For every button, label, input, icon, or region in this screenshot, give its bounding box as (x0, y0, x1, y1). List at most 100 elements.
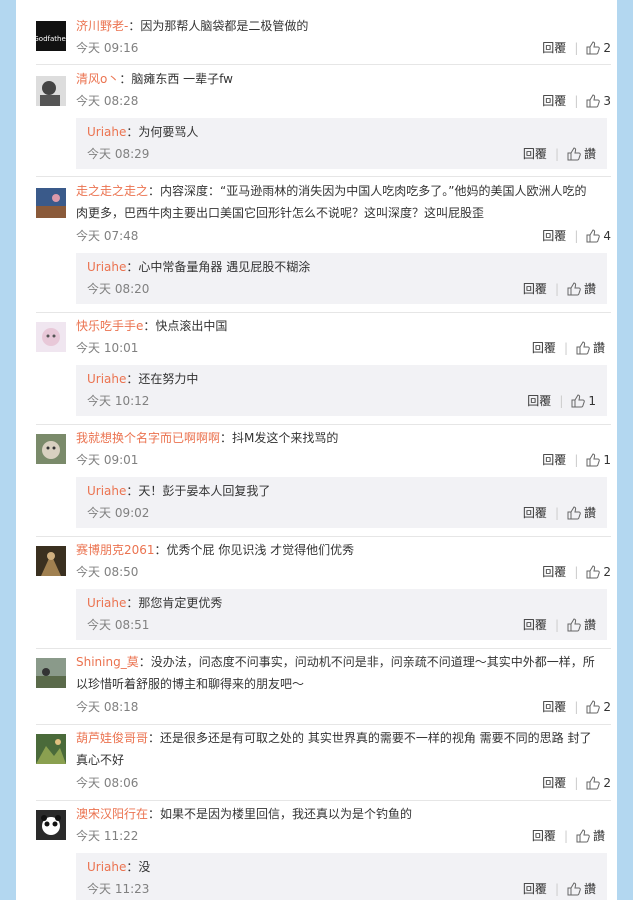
comment-actions: 回覆 | 1 (542, 450, 611, 470)
thumbs-up-icon (571, 394, 586, 408)
comment-item: 走之走之走之：内容深度：“亚马逊雨林的消失因为中国人吃肉吃多了。”他妈的美国人欧… (36, 176, 611, 313)
like-button[interactable]: 讚 (567, 615, 596, 635)
avatar[interactable] (36, 734, 66, 764)
reply-text: ：那您肯定更优秀 (126, 596, 223, 610)
reply-box: Uriahe：心中常备量角器 遇见屁股不糊涂 今天 08:20 回覆 | 讚 (76, 253, 607, 304)
comment-meta: 今天 09:01 回覆 | 1 (76, 450, 611, 470)
thumbs-up-icon (586, 776, 601, 790)
timestamp: 今天 11:22 (76, 829, 139, 843)
comment-actions: 回覆 | 2 (542, 697, 611, 717)
like-count: 讚 (583, 618, 596, 632)
comment-text: ：因为那帮人脑袋都是二极管做的 (128, 19, 309, 33)
comment-item: 清风o丶：脑瘫东西 一辈子fw 今天 08:28 回覆 | 3 Uriahe：为… (36, 64, 611, 177)
timestamp: 今天 08:28 (76, 94, 139, 108)
username-link[interactable]: 我就想换个名字而已啊啊啊 (76, 431, 220, 445)
divider: | (554, 506, 559, 520)
svg-text:Godfather: Godfather (36, 35, 66, 43)
avatar[interactable] (36, 658, 66, 688)
username-link[interactable]: Uriahe (87, 484, 126, 498)
like-button[interactable]: 2 (586, 773, 611, 793)
reply-button[interactable]: 回覆 (523, 144, 547, 164)
thumbs-up-icon (576, 341, 590, 355)
timestamp: 今天 08:18 (76, 700, 139, 714)
thumbs-up-icon (567, 618, 581, 632)
avatar[interactable]: Godfather (36, 21, 66, 51)
like-button[interactable]: 1 (571, 391, 596, 411)
username-link[interactable]: Shining_莫 (76, 655, 139, 669)
divider: | (554, 618, 559, 632)
like-button[interactable]: 1 (586, 450, 611, 470)
username-link[interactable]: 走之走之走之 (76, 184, 148, 198)
like-button[interactable]: 4 (586, 226, 611, 246)
username-link[interactable]: Uriahe (87, 125, 126, 139)
like-button[interactable]: 2 (586, 38, 611, 58)
comment-item: 赛博朋克2061：优秀个屁 你见识浅 才觉得他们优秀 今天 08:50 回覆 |… (36, 536, 611, 649)
username-link[interactable]: Uriahe (87, 596, 126, 610)
avatar[interactable] (36, 434, 66, 464)
timestamp: 今天 09:02 (87, 506, 150, 520)
divider: | (574, 776, 579, 790)
reply-button[interactable]: 回覆 (542, 450, 566, 470)
like-button[interactable]: 2 (586, 562, 611, 582)
reply-body: Uriahe：没 (87, 856, 596, 878)
comment-meta: 今天 08:06 回覆 | 2 (76, 773, 611, 793)
thumbs-up-icon (586, 229, 601, 243)
thumbs-up-icon (576, 829, 590, 843)
like-button[interactable]: 讚 (567, 503, 596, 523)
divider: | (574, 700, 579, 714)
reply-button[interactable]: 回覆 (542, 697, 566, 717)
like-count: 讚 (592, 341, 605, 355)
username-link[interactable]: Uriahe (87, 372, 126, 386)
username-link[interactable]: Uriahe (87, 860, 126, 874)
like-button[interactable]: 3 (586, 91, 611, 111)
reply-button[interactable]: 回覆 (532, 826, 556, 846)
reply-meta: 今天 11:23 回覆 | 讚 (87, 879, 596, 899)
comment-text: ：抖M发这个来找骂的 (220, 431, 339, 445)
reply-button[interactable]: 回覆 (527, 391, 551, 411)
divider: | (563, 829, 568, 843)
reply-button[interactable]: 回覆 (542, 38, 566, 58)
reply-button[interactable]: 回覆 (542, 562, 566, 582)
reply-button[interactable]: 回覆 (523, 615, 547, 635)
avatar[interactable] (36, 810, 66, 840)
like-button[interactable]: 讚 (567, 279, 596, 299)
reply-button[interactable]: 回覆 (532, 338, 556, 358)
avatar[interactable] (36, 546, 66, 576)
thumbs-up-icon (586, 41, 601, 55)
username-link[interactable]: 清风o丶 (76, 72, 119, 86)
comment-body-continued: 真心不好 (76, 749, 611, 771)
like-button[interactable]: 2 (586, 697, 611, 717)
reply-button[interactable]: 回覆 (523, 503, 547, 523)
reply-meta: 今天 10:12 回覆 | 1 (87, 391, 596, 411)
comment-body-continued: 以珍惜听着舒服的博主和聊得来的朋友吧～ (76, 673, 611, 695)
comment-actions: 回覆 | 2 (542, 773, 611, 793)
reply-button[interactable]: 回覆 (542, 773, 566, 793)
reply-meta: 今天 08:51 回覆 | 讚 (87, 615, 596, 635)
username-link[interactable]: 葫芦娃俊哥哥 (76, 731, 148, 745)
username-link[interactable]: 快乐吃手手e (76, 319, 143, 333)
avatar[interactable] (36, 188, 66, 218)
like-button[interactable]: 讚 (567, 879, 596, 899)
username-link[interactable]: Uriahe (87, 260, 126, 274)
reply-text: ：为何要骂人 (126, 125, 199, 139)
avatar[interactable] (36, 76, 66, 106)
reply-actions: 回覆 | 讚 (523, 279, 596, 299)
comment-actions: 回覆 | 2 (542, 38, 611, 58)
like-button[interactable]: 讚 (576, 338, 605, 358)
comment-text: ：优秀个屁 你见识浅 才觉得他们优秀 (154, 543, 355, 557)
reply-button[interactable]: 回覆 (523, 279, 547, 299)
comment-text: 真心不好 (76, 753, 125, 767)
reply-button[interactable]: 回覆 (542, 226, 566, 246)
reply-button[interactable]: 回覆 (542, 91, 566, 111)
username-link[interactable]: 济川野老- (76, 19, 128, 33)
thumbs-up-icon (586, 453, 601, 467)
username-link[interactable]: 澳宋汉阳行在 (76, 807, 148, 821)
reply-button[interactable]: 回覆 (523, 879, 547, 899)
divider: | (563, 341, 568, 355)
like-button[interactable]: 讚 (567, 144, 596, 164)
comment-text: ：还是很多还是有可取之处的 其实世界真的需要不一样的视角 需要不同的思路 封了 (148, 731, 592, 745)
comment-item: 澳宋汉阳行在：如果不是因为楼里回信，我还真以为是个钓鱼的 今天 11:22 回覆… (36, 800, 611, 900)
like-button[interactable]: 讚 (576, 826, 605, 846)
avatar[interactable] (36, 322, 66, 352)
username-link[interactable]: 赛博朋克2061 (76, 543, 155, 557)
